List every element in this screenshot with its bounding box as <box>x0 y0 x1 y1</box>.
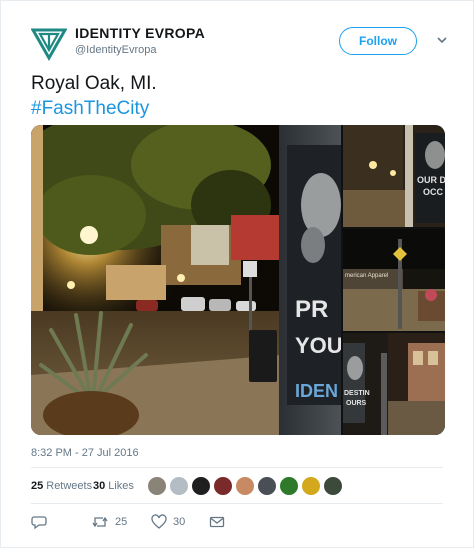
tweet-media-grid: PR YOUR IDEN OUR D OCC mer <box>31 125 445 435</box>
likes-stat[interactable]: 30 Likes <box>93 480 134 492</box>
liker-avatar[interactable] <box>323 476 343 496</box>
thumb1-poster-text-1: OUR D <box>417 175 445 185</box>
retweet-action-count: 25 <box>115 516 128 528</box>
divider-top <box>31 467 443 468</box>
likes-count: 30 <box>93 480 106 492</box>
thumbnail-photo-1[interactable]: OUR D OCC <box>343 125 445 227</box>
main-poster-text-3: IDEN <box>295 381 338 401</box>
reply-icon <box>31 516 47 530</box>
direct-message-button[interactable] <box>209 513 225 531</box>
tweet-text: Royal Oak, MI. #FashTheCity <box>31 71 157 121</box>
retweets-label: Retweets <box>46 480 93 492</box>
retweets-stat[interactable]: 25 Retweets <box>31 480 92 492</box>
retweet-button[interactable]: 25 <box>91 513 127 531</box>
heart-icon <box>151 514 167 529</box>
tweet-actions: 25 30 <box>31 513 443 533</box>
main-poster-text-1: PR <box>295 296 328 323</box>
retweet-icon <box>92 516 108 528</box>
thumb1-poster-text-2: OCC <box>423 187 444 197</box>
identity-evropa-logo-icon[interactable] <box>31 25 67 61</box>
tweet-timestamp[interactable]: 8:32 PM - 27 Jul 2016 <box>31 447 139 459</box>
envelope-icon <box>209 516 225 528</box>
main-photo-street-night[interactable]: PR YOUR IDEN <box>31 125 341 435</box>
main-poster-text-2: YOUR <box>295 333 341 358</box>
hashtag-link[interactable]: #FashTheCity <box>31 96 157 121</box>
tweet-card: IDENTITY EVROPA @IdentityEvropa Follow R… <box>0 0 474 548</box>
tweet-stats: 25 Retweets 30 Likes <box>31 473 443 501</box>
divider-bottom <box>31 503 443 504</box>
liker-avatar[interactable] <box>279 476 299 496</box>
like-action-count: 30 <box>173 516 186 528</box>
account-handle[interactable]: @IdentityEvropa <box>75 44 157 56</box>
liker-avatar[interactable] <box>301 476 321 496</box>
chevron-down-icon[interactable] <box>435 33 449 47</box>
thumbnail-photo-2[interactable]: merican Apparel <box>343 229 445 331</box>
follow-button[interactable]: Follow <box>339 27 417 55</box>
thumbnail-photo-3[interactable]: DESTIN OURS <box>343 333 445 435</box>
liker-avatar[interactable] <box>191 476 211 496</box>
liker-avatar[interactable] <box>235 476 255 496</box>
reply-button[interactable] <box>31 513 47 531</box>
thumb3-poster-text-2: OURS <box>346 400 367 407</box>
retweets-count: 25 <box>31 480 44 492</box>
thumb3-poster-text-1: DESTIN <box>344 390 370 397</box>
liker-avatar[interactable] <box>147 476 167 496</box>
tweet-header: IDENTITY EVROPA @IdentityEvropa Follow <box>31 23 449 63</box>
thumb2-store-sign-text: merican Apparel <box>345 273 388 279</box>
account-name[interactable]: IDENTITY EVROPA <box>75 25 205 41</box>
liker-avatar[interactable] <box>169 476 189 496</box>
liker-avatar[interactable] <box>213 476 233 496</box>
tweet-location-text: Royal Oak, MI. <box>31 73 157 94</box>
like-button[interactable]: 30 <box>151 513 185 531</box>
liker-avatar[interactable] <box>257 476 277 496</box>
likes-label: Likes <box>108 480 134 492</box>
